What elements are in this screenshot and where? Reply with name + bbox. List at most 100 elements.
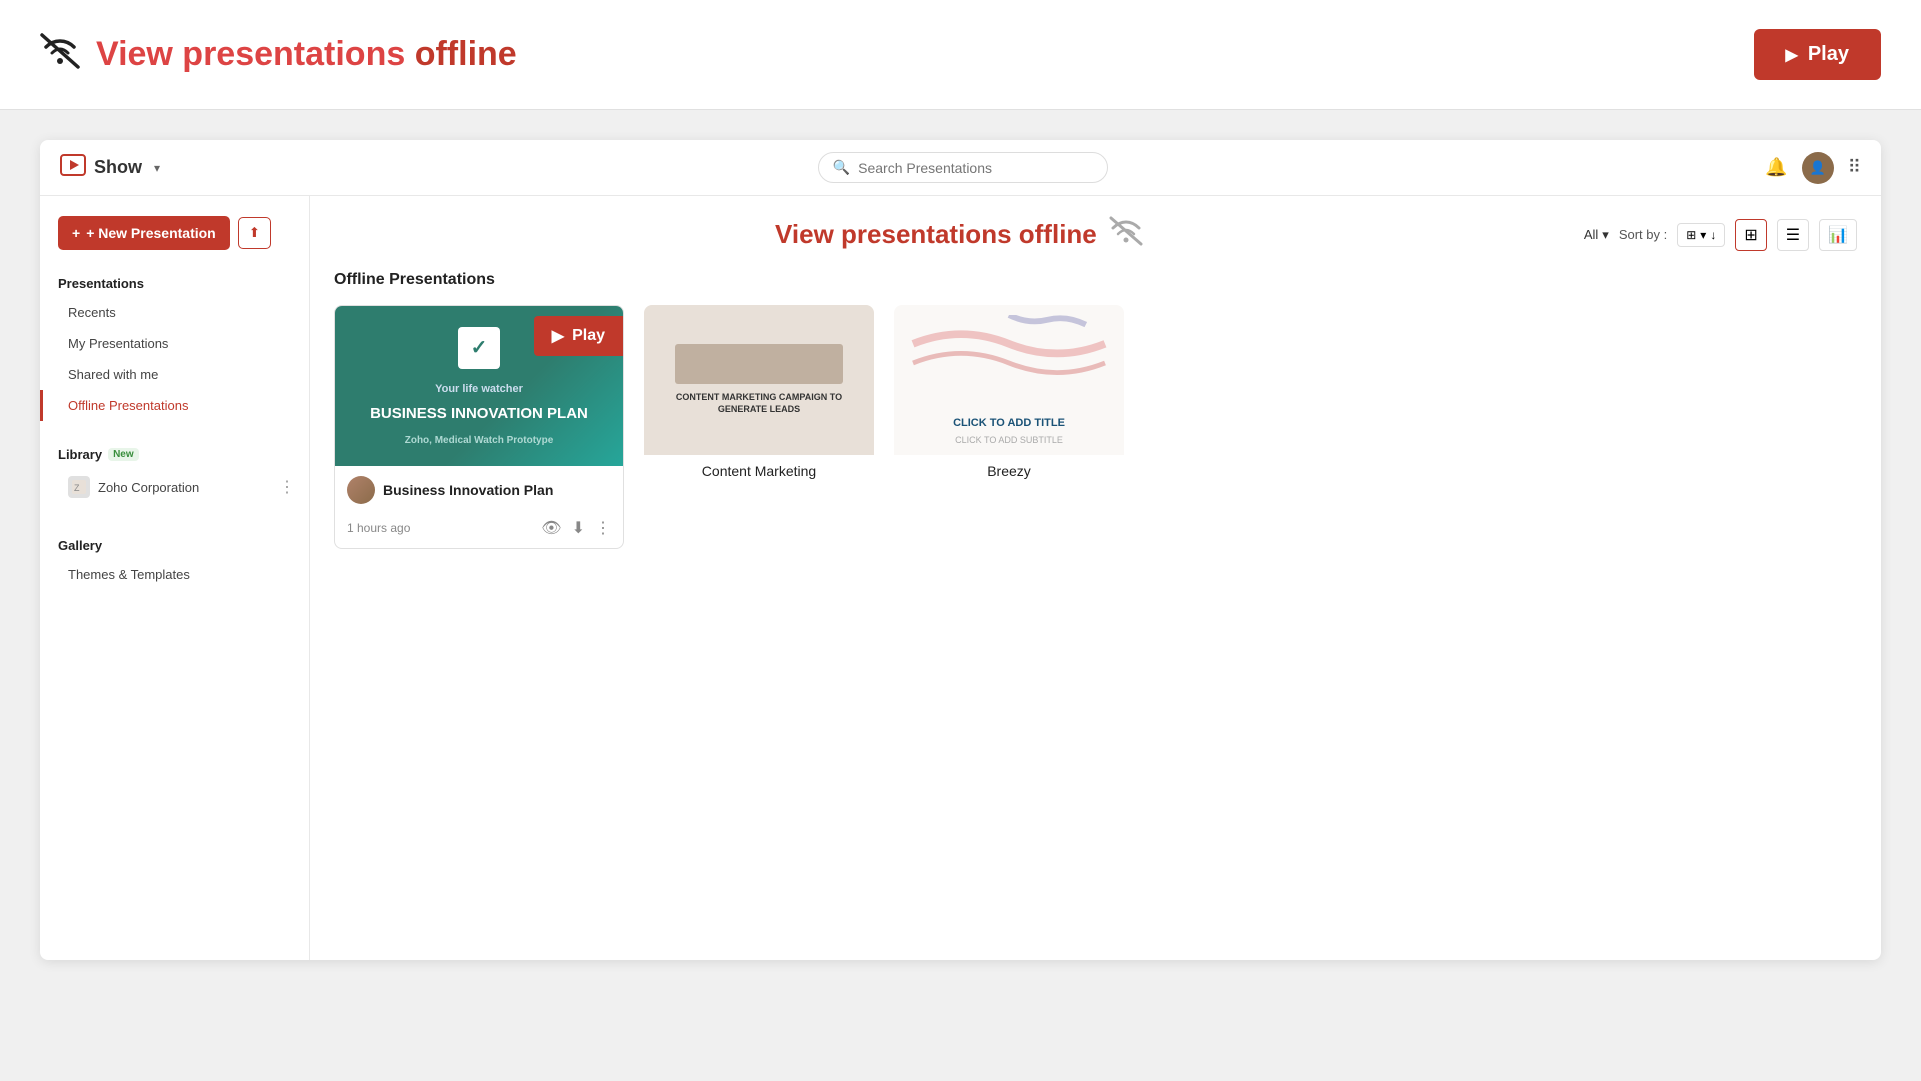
zoho-icon: Z: [68, 476, 90, 498]
plus-icon: +: [72, 225, 80, 241]
thumb-content-2: CONTENT MARKETING CAMPAIGN TO GENERATE L…: [644, 305, 874, 455]
pres-author-row-1: Business Innovation Plan: [347, 476, 611, 504]
presentation-title-3: Breezy: [894, 455, 1124, 483]
presentation-info-1: Business Innovation Plan: [335, 466, 623, 514]
library-item-zoho[interactable]: Z Zoho Corporation ⋮: [40, 468, 309, 506]
presentations-grid: ✓ Your life watcher BUSINESS INNOVATION …: [334, 305, 1857, 549]
section-title: Offline Presentations: [334, 271, 1857, 289]
grid-view-button[interactable]: ⊞: [1735, 219, 1766, 251]
presentation-thumbnail-1: ✓ Your life watcher BUSINESS INNOVATION …: [335, 306, 623, 466]
presentations-section-title: Presentations: [40, 266, 309, 297]
thumb-subtext-3: CLICK TO ADD SUBTITLE: [955, 435, 1063, 445]
library-item-left: Z Zoho Corporation: [68, 476, 199, 498]
list-view-button[interactable]: ☰: [1777, 219, 1809, 251]
banner-text-highlight: offline: [1019, 219, 1097, 249]
sort-direction-icon: ↓: [1710, 228, 1716, 242]
pres-actions-1: 👁 ⬇ ⋮: [541, 518, 611, 538]
presentation-card-3[interactable]: CLICK TO ADD TITLE CLICK TO ADD SUBTITLE…: [894, 305, 1124, 549]
top-bar-left: View presentations offline: [40, 33, 517, 77]
top-bar-title: View presentations offline: [96, 35, 517, 74]
app-name: Show: [94, 157, 142, 178]
new-presentation-button[interactable]: + + New Presentation: [58, 216, 230, 250]
sidebar-item-offline-presentations[interactable]: Offline Presentations: [40, 390, 309, 421]
pres-avatar-1: [347, 476, 375, 504]
filter-label: All: [1584, 227, 1598, 242]
main-toolbar: View presentations offline: [334, 216, 1857, 253]
chart-view-button[interactable]: 📊: [1819, 219, 1857, 251]
presentation-time-1: 1 hours ago: [347, 521, 410, 535]
app-header-right: 🔔 👤 ⠿: [1765, 152, 1861, 184]
search-box[interactable]: 🔍: [818, 152, 1108, 183]
app-logo-icon: [60, 154, 86, 182]
thumb-text-2: CONTENT MARKETING CAMPAIGN TO GENERATE L…: [654, 392, 864, 415]
sidebar-item-recents[interactable]: Recents: [40, 297, 309, 328]
app-name-arrow-icon: ▾: [154, 161, 160, 175]
avatar[interactable]: 👤: [1802, 152, 1834, 184]
upload-icon: ⬆: [249, 225, 260, 240]
app-header-left: Show ▾: [60, 154, 160, 182]
banner-text: View presentations offline: [775, 219, 1097, 250]
grid-icon[interactable]: ⠿: [1848, 157, 1861, 178]
thumb-text-3: CLICK TO ADD TITLE: [953, 417, 1065, 429]
thumb-content-3: CLICK TO ADD TITLE CLICK TO ADD SUBTITLE: [894, 305, 1124, 455]
sort-icon: ⊞: [1686, 228, 1696, 242]
main-content: View presentations offline: [310, 196, 1881, 960]
sidebar: + + New Presentation ⬆ Presentations Rec…: [40, 196, 310, 960]
offline-banner: View presentations offline: [334, 216, 1584, 253]
new-presentation-row: + + New Presentation ⬆: [40, 216, 309, 266]
download-action-button-1[interactable]: ⬇: [572, 518, 585, 538]
thumb-logo-1: ✓: [458, 327, 500, 369]
play-label: Play: [1808, 43, 1849, 66]
sort-arrow-icon: ▾: [1700, 228, 1706, 242]
chart-view-icon: 📊: [1828, 227, 1848, 244]
play-overlay-1[interactable]: ▶ Play: [534, 316, 623, 356]
svg-text:Z: Z: [74, 483, 80, 493]
filter-arrow-icon: ▾: [1602, 227, 1609, 243]
filter-dropdown[interactable]: All ▾: [1584, 227, 1609, 243]
app-wrapper: Show ▾ 🔍 🔔 👤 ⠿ + + New Presentation ⬆: [40, 140, 1881, 960]
play-triangle-icon: ▶: [1786, 45, 1798, 65]
new-presentation-label: + New Presentation: [86, 225, 216, 241]
thumb-subtitle-2: Zoho, Medical Watch Prototype: [405, 435, 554, 446]
presentation-card-2[interactable]: CONTENT MARKETING CAMPAIGN TO GENERATE L…: [644, 305, 874, 549]
sidebar-divider: [40, 421, 309, 437]
toolbar-right: All ▾ Sort by : ⊞ ▾ ↓ ⊞ ☰: [1584, 219, 1857, 251]
library-title: Library: [58, 447, 102, 462]
banner-wifi-slash-icon: [1109, 216, 1143, 253]
sidebar-item-shared-with-me[interactable]: Shared with me: [40, 359, 309, 390]
sidebar-item-my-presentations[interactable]: My Presentations: [40, 328, 309, 359]
play-overlay-label: Play: [572, 327, 605, 345]
play-button[interactable]: ▶ Play: [1754, 29, 1881, 80]
thumb-image-2: [675, 344, 843, 384]
sort-label: Sort by :: [1619, 227, 1667, 242]
top-title-highlight: offline: [415, 35, 517, 73]
play-overlay-triangle-icon: ▶: [552, 326, 564, 346]
top-title-text: View presentations: [96, 35, 415, 73]
gallery-divider: [40, 506, 309, 522]
sidebar-item-themes-templates[interactable]: Themes & Templates: [40, 559, 309, 590]
upload-button[interactable]: ⬆: [238, 217, 271, 249]
wifi-slash-icon: [40, 33, 80, 77]
thumb-subtitle: Your life watcher: [435, 383, 523, 395]
breezy-decoration: [909, 315, 1109, 411]
list-view-icon: ☰: [1786, 227, 1800, 244]
presentation-title-1: Business Innovation Plan: [383, 482, 553, 498]
library-more-icon[interactable]: ⋮: [279, 477, 295, 497]
presentation-card-1[interactable]: ✓ Your life watcher BUSINESS INNOVATION …: [334, 305, 624, 549]
content-area: + + New Presentation ⬆ Presentations Rec…: [40, 196, 1881, 960]
top-bar: View presentations offline ▶ Play: [0, 0, 1921, 110]
gallery-title: Gallery: [40, 522, 309, 559]
presentation-thumbnail-3: CLICK TO ADD TITLE CLICK TO ADD SUBTITLE: [894, 305, 1124, 455]
library-header: Library New: [40, 437, 309, 468]
view-action-button-1[interactable]: 👁: [541, 518, 561, 538]
library-new-badge: New: [108, 448, 139, 461]
presentation-title-2: Content Marketing: [644, 455, 874, 483]
search-input[interactable]: [858, 160, 1078, 176]
thumb-check-icon: ✓: [471, 335, 488, 360]
app-header: Show ▾ 🔍 🔔 👤 ⠿: [40, 140, 1881, 196]
thumb-title-text: BUSINESS INNOVATION PLAN: [370, 405, 588, 423]
more-action-button-1[interactable]: ⋮: [595, 518, 611, 538]
bell-icon[interactable]: 🔔: [1765, 157, 1787, 178]
library-item-label: Zoho Corporation: [98, 480, 199, 495]
sort-button[interactable]: ⊞ ▾ ↓: [1677, 223, 1725, 247]
